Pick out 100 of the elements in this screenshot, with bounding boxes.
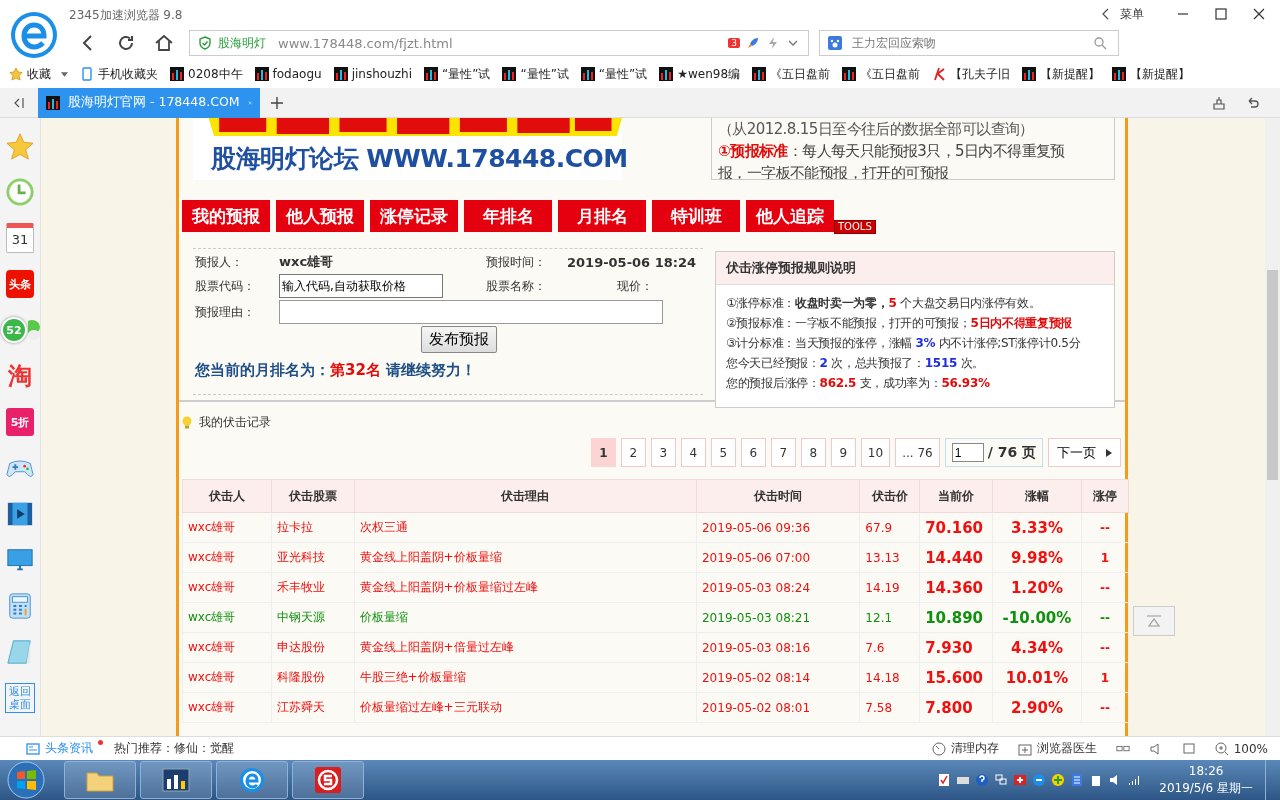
page-link[interactable]: 10 xyxy=(860,438,891,467)
bookmark-item[interactable]: “量性”试 xyxy=(499,65,578,83)
help-icon[interactable] xyxy=(975,773,990,787)
nav-tab[interactable]: 月排名 xyxy=(558,200,646,232)
notice-text: ①预报标准：每人每天只能预报3只，5日内不得重复预 xyxy=(718,141,1066,162)
clock-time[interactable]: 18:26 xyxy=(1188,763,1224,780)
new-tab-icon[interactable] xyxy=(270,95,284,110)
bookmark-item[interactable]: 【孔夫子旧 xyxy=(929,65,1020,83)
clock-icon[interactable] xyxy=(6,178,34,206)
reason-field[interactable] xyxy=(279,300,663,324)
browser-logo[interactable] xyxy=(10,11,58,59)
page-link[interactable]: 6 xyxy=(740,438,766,467)
taskbar-app[interactable] xyxy=(292,761,364,799)
bookmark-item[interactable]: 0208中午 xyxy=(167,65,252,83)
nav-tab[interactable]: 他人追踪 xyxy=(746,200,834,232)
windows-icon[interactable] xyxy=(994,773,1009,787)
taskbar-app[interactable] xyxy=(140,761,212,799)
nav-tab[interactable]: 他人预报 xyxy=(276,200,364,232)
clean-memory-button[interactable]: 清理内存 xyxy=(950,740,999,757)
zoom-icon[interactable] xyxy=(1214,741,1229,756)
search-field[interactable]: 王力宏回应索吻 xyxy=(819,30,1119,56)
page-link[interactable]: 8 xyxy=(800,438,826,467)
scrollbar-thumb[interactable] xyxy=(1267,270,1278,480)
gauge-icon[interactable] xyxy=(931,741,946,756)
shopping-icon[interactable]: 淘 xyxy=(8,360,32,392)
column-header: 涨停 xyxy=(1081,479,1129,513)
extension-badge[interactable]: 3 xyxy=(728,38,740,48)
bookmark-item[interactable]: 收藏 xyxy=(6,65,77,83)
page-link[interactable]: 3 xyxy=(650,438,676,467)
discount-icon[interactable]: 5折 xyxy=(6,408,34,436)
nav-tab[interactable]: 特训班 xyxy=(652,200,740,232)
first-aid-icon[interactable] xyxy=(1017,741,1032,756)
column-header: 伏击时间 xyxy=(696,479,860,513)
taskbar-app[interactable] xyxy=(216,761,288,799)
next-page-button[interactable]: 下一页 xyxy=(1048,438,1121,467)
bookmark-item[interactable]: ★wen98编 xyxy=(656,65,750,83)
table-cell: 15.600 xyxy=(919,662,993,693)
url-text: www.178448.com/fjzt.html xyxy=(278,35,453,51)
zoom-level[interactable]: 100% xyxy=(1233,741,1268,756)
bookmark-item[interactable]: 《五日盘前 xyxy=(749,65,840,83)
nav-tab[interactable]: 我的预报 xyxy=(182,200,270,232)
close-icon[interactable] xyxy=(1252,7,1266,21)
news-app-icon[interactable]: 头条 xyxy=(6,270,34,298)
star-icon[interactable] xyxy=(6,132,34,160)
bookmark-item[interactable]: 【新提醒】 xyxy=(1109,65,1200,83)
tray-icon[interactable] xyxy=(937,773,952,787)
page-input[interactable]: 1 xyxy=(951,443,984,462)
page-link[interactable]: 9 xyxy=(830,438,856,467)
chart-icon xyxy=(502,67,517,81)
bookmark-item[interactable]: 【新提醒】 xyxy=(1019,65,1110,83)
window-icon[interactable] xyxy=(1181,741,1196,756)
page-link[interactable]: 5 xyxy=(710,438,736,467)
page-link[interactable]: 1 xyxy=(590,438,616,467)
list-icon[interactable] xyxy=(1070,773,1085,787)
nav-tab[interactable]: 年排名 xyxy=(464,200,552,232)
film-icon[interactable] xyxy=(6,500,34,528)
bookmark-item[interactable]: “量性”试 xyxy=(421,65,500,83)
news-link[interactable]: 头条资讯 xyxy=(45,740,93,757)
chart-icon xyxy=(333,67,348,81)
first-aid-icon[interactable] xyxy=(1013,773,1028,787)
page-link[interactable]: 7 xyxy=(770,438,796,467)
page-link[interactable]: 2 xyxy=(620,438,646,467)
start-button[interactable] xyxy=(6,760,46,800)
maximize-icon[interactable] xyxy=(1214,7,1228,21)
calculator-icon[interactable] xyxy=(6,592,34,620)
table-cell: 2019-05-06 09:36 xyxy=(696,512,860,543)
bookmark-item[interactable]: 手机收藏夹 xyxy=(77,65,167,83)
table-cell: 2.90% xyxy=(992,692,1082,723)
s-logo-icon xyxy=(313,767,343,793)
news-icon[interactable] xyxy=(26,741,40,756)
bookmark-item[interactable]: fodaogu xyxy=(251,67,331,81)
lightning-icon[interactable] xyxy=(766,36,780,50)
refresh-icon[interactable] xyxy=(116,33,136,53)
signal-icon[interactable] xyxy=(1127,773,1142,787)
calendar-icon[interactable]: 31 xyxy=(6,223,34,253)
table-cell: 7.930 xyxy=(919,632,993,663)
submit-button[interactable]: 发布预报 xyxy=(421,326,497,353)
rocket-icon[interactable] xyxy=(746,36,760,50)
browser-icon[interactable] xyxy=(1032,773,1047,787)
bookmark-item[interactable]: “量性”试 xyxy=(577,65,657,83)
page-link[interactable]: ... 76 xyxy=(895,438,940,467)
tools-link[interactable]: TOOLS xyxy=(834,220,876,234)
sidebar-toggle-icon[interactable] xyxy=(13,96,25,109)
chevron-left-icon[interactable] xyxy=(1102,8,1110,20)
plus-icon[interactable] xyxy=(1051,773,1066,787)
hot-topic-link[interactable]: 热门推荐：修仙：觉醒 xyxy=(114,740,234,757)
browser-doctor-button[interactable]: 浏览器医生 xyxy=(1036,740,1097,757)
clock-date[interactable]: 2019/5/6 星期一 xyxy=(1159,780,1253,797)
table-cell: 14.19 xyxy=(859,572,920,603)
page-link[interactable]: 4 xyxy=(680,438,706,467)
undo-icon[interactable] xyxy=(1246,95,1260,110)
nav-tab[interactable]: 涨停记录 xyxy=(370,200,458,232)
home-icon[interactable] xyxy=(154,33,174,53)
bookmark-item[interactable]: 《五日盘前 xyxy=(839,65,930,83)
table-cell: wxc雄哥 xyxy=(182,692,271,723)
search-icon[interactable] xyxy=(1093,36,1107,50)
menu-button[interactable]: 菜单 xyxy=(1120,5,1144,23)
stock-code-field[interactable]: 输入代码,自动获取价格 xyxy=(279,274,443,298)
address-field[interactable]: 股海明灯 www.178448.com/fjzt.html 3 xyxy=(189,30,809,56)
bookmark-item[interactable]: jinshouzhi xyxy=(330,67,421,81)
